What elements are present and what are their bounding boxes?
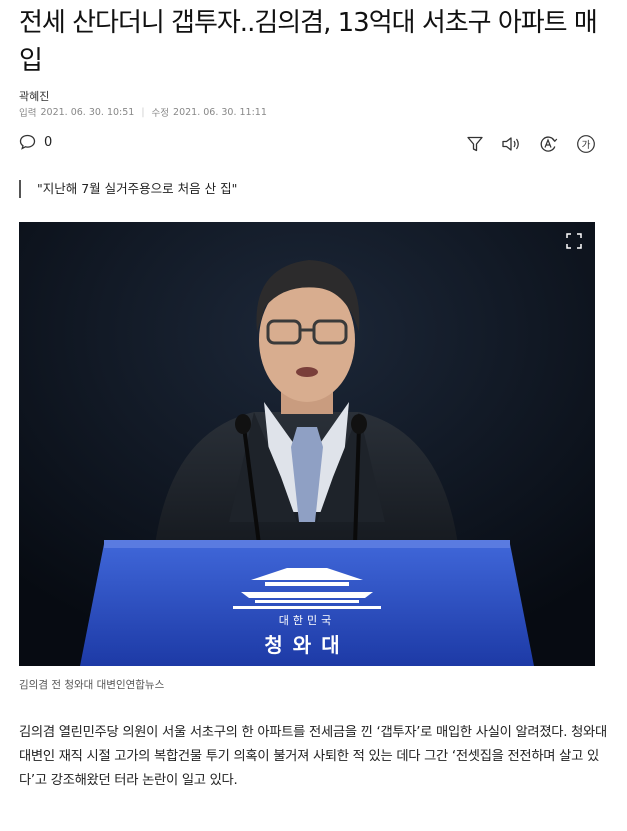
podium-top	[104, 540, 510, 548]
edit-date: 2021. 06. 30. 11:11	[173, 106, 267, 118]
mouth	[296, 367, 318, 377]
podium-text-small: 대한민국	[279, 614, 335, 627]
article-toolbar: 가	[462, 133, 612, 155]
audio-button[interactable]	[500, 133, 522, 155]
article-dates: 입력 2021. 06. 30. 10:51 | 수정 2021. 06. 30…	[19, 105, 267, 120]
microphone-right-head	[351, 414, 367, 434]
font-size-glyph: 가	[582, 140, 591, 151]
microphone-left-head	[235, 414, 251, 434]
photo-caption: 김의겸 전 청와대 대변인연합뉴스	[19, 679, 165, 691]
font-size-icon: 가	[577, 135, 595, 153]
comment-icon	[19, 134, 36, 150]
filter-icon	[467, 136, 483, 152]
expand-photo-button[interactable]	[565, 232, 583, 250]
translate-icon	[540, 136, 558, 152]
input-date: 2021. 06. 30. 10:51	[40, 106, 135, 118]
speaker-icon	[502, 137, 519, 151]
translate-button[interactable]	[537, 133, 559, 155]
comment-count: 0	[44, 134, 53, 150]
font-size-button[interactable]: 가	[575, 133, 597, 155]
expand-icon	[566, 233, 582, 249]
article-body: 김의겸 열린민주당 의원이 서울 서초구의 한 아파트를 전세금을 낀 ‘갭투자…	[19, 725, 607, 788]
article-photo[interactable]: 대한민국 청와대	[19, 222, 595, 666]
comment-button[interactable]: 0	[19, 134, 52, 150]
article-subheading: "지난해 7월 실거주용으로 처음 산 집"	[19, 180, 237, 198]
edit-label: 수정	[151, 108, 170, 119]
input-label: 입력	[19, 108, 37, 119]
date-separator: |	[141, 106, 145, 118]
author-name[interactable]: 곽혜진	[19, 88, 49, 104]
photo-image: 대한민국 청와대	[19, 222, 595, 666]
filter-button[interactable]	[464, 133, 486, 155]
podium-text-large: 청와대	[264, 633, 349, 657]
article-headline: 전세 산다더니 갭투자..김의겸, 13억대 서초구 아파트 매입	[19, 8, 598, 76]
